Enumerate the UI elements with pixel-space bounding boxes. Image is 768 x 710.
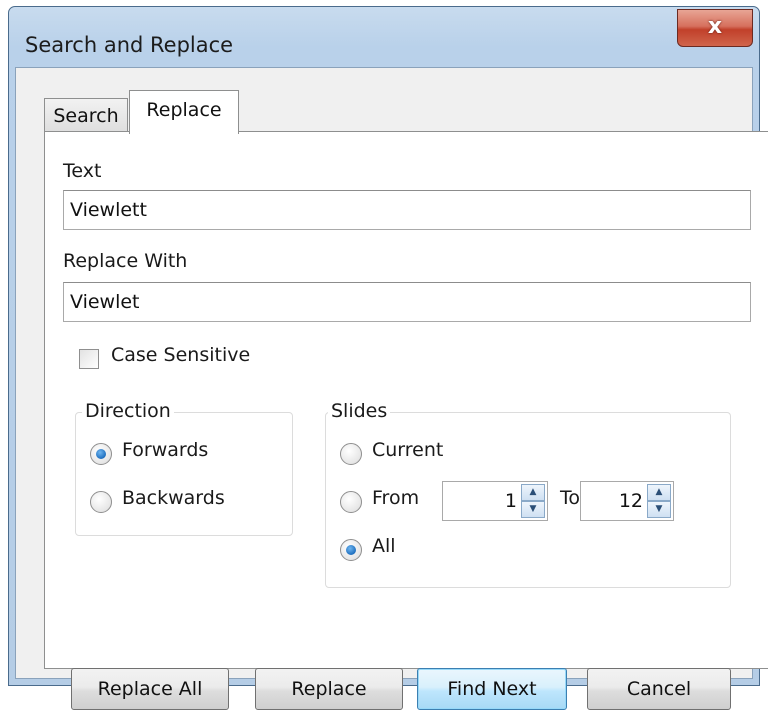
current-slide-radio[interactable] <box>340 443 362 465</box>
dialog-title: Search and Replace <box>25 33 234 57</box>
replace-button[interactable]: Replace <box>255 668 403 710</box>
title-bar[interactable]: Search and Replace x <box>9 7 759 73</box>
all-slides-label: All <box>372 535 396 557</box>
tab-replace[interactable]: Replace <box>129 90 239 134</box>
slides-group: Slides Current From 1 ▲ ▼ To 12 ▲ ▼ All <box>325 400 731 588</box>
text-label: Text <box>63 160 102 182</box>
backwards-radio[interactable] <box>90 491 112 513</box>
direction-group-title: Direction <box>82 400 174 422</box>
current-slide-label: Current <box>372 439 444 461</box>
case-sensitive-label: Case Sensitive <box>111 344 251 366</box>
from-label: From <box>372 487 420 509</box>
find-next-button[interactable]: Find Next <box>417 668 567 710</box>
replace-all-button[interactable]: Replace All <box>71 668 229 710</box>
to-stepper[interactable]: 12 ▲ ▼ <box>580 481 674 521</box>
chevron-down-icon[interactable]: ▼ <box>521 501 545 518</box>
slides-group-title: Slides <box>328 400 391 422</box>
close-icon: x <box>707 14 723 39</box>
from-value: 1 <box>504 490 517 512</box>
backwards-label: Backwards <box>122 487 225 509</box>
close-button[interactable]: x <box>677 9 753 47</box>
to-stepper-buttons: ▲ ▼ <box>647 484 671 518</box>
forwards-label: Forwards <box>122 439 209 461</box>
replace-tab-panel: Text Viewlett Replace With Viewlet Case … <box>44 131 768 710</box>
tab-search[interactable]: Search <box>44 98 128 132</box>
forwards-radio[interactable] <box>90 443 112 465</box>
search-replace-dialog: Search and Replace x Search Replace Text… <box>8 6 768 710</box>
case-sensitive-checkbox[interactable] <box>79 349 99 369</box>
chevron-down-icon[interactable]: ▼ <box>647 501 671 518</box>
direction-group: Direction Forwards Backwards <box>75 400 293 536</box>
from-stepper-buttons: ▲ ▼ <box>521 484 545 518</box>
replace-with-label: Replace With <box>63 250 188 272</box>
to-value: 12 <box>618 490 643 512</box>
cancel-button[interactable]: Cancel <box>587 668 731 710</box>
from-stepper[interactable]: 1 ▲ ▼ <box>442 481 548 521</box>
replace-with-input[interactable]: Viewlet <box>63 282 751 322</box>
chevron-up-icon[interactable]: ▲ <box>647 484 671 501</box>
all-slides-radio[interactable] <box>340 539 362 561</box>
from-slide-radio[interactable] <box>340 491 362 513</box>
dialog-body: Search Replace Text Viewlett Replace Wit… <box>15 67 768 710</box>
chevron-up-icon[interactable]: ▲ <box>521 484 545 501</box>
to-label: To <box>560 487 581 509</box>
search-text-input[interactable]: Viewlett <box>63 190 751 230</box>
